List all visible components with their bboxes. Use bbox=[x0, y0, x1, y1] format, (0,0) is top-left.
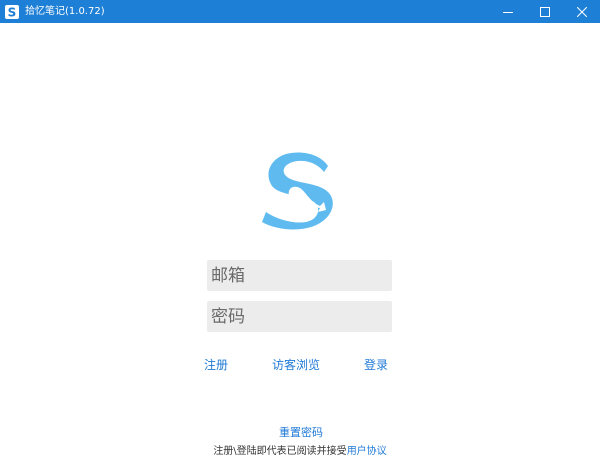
register-link[interactable]: 注册 bbox=[204, 356, 228, 373]
minimize-icon bbox=[502, 11, 513, 13]
close-icon bbox=[576, 6, 587, 17]
email-field[interactable] bbox=[207, 260, 392, 291]
user-agreement-link[interactable]: 用户协议 bbox=[347, 446, 387, 457]
password-field[interactable] bbox=[207, 301, 392, 332]
svg-text:S: S bbox=[8, 6, 17, 18]
window-title: 拾忆笔记(1.0.72) bbox=[25, 6, 105, 17]
minimize-button[interactable] bbox=[489, 0, 526, 23]
app-logo-icon: S bbox=[5, 4, 19, 19]
maximize-icon bbox=[539, 6, 550, 17]
agreement-notice-text: 注册\登陆即代表已阅读并接受 bbox=[213, 446, 347, 457]
guest-browse-link[interactable]: 访客浏览 bbox=[272, 356, 320, 373]
login-link[interactable]: 登录 bbox=[364, 356, 388, 373]
reset-password-link[interactable]: 重置密码 bbox=[279, 424, 323, 440]
maximize-button[interactable] bbox=[526, 0, 563, 23]
title-bar: S 拾忆笔记(1.0.72) bbox=[0, 0, 600, 23]
app-logo bbox=[262, 152, 333, 230]
close-button[interactable] bbox=[563, 0, 600, 23]
